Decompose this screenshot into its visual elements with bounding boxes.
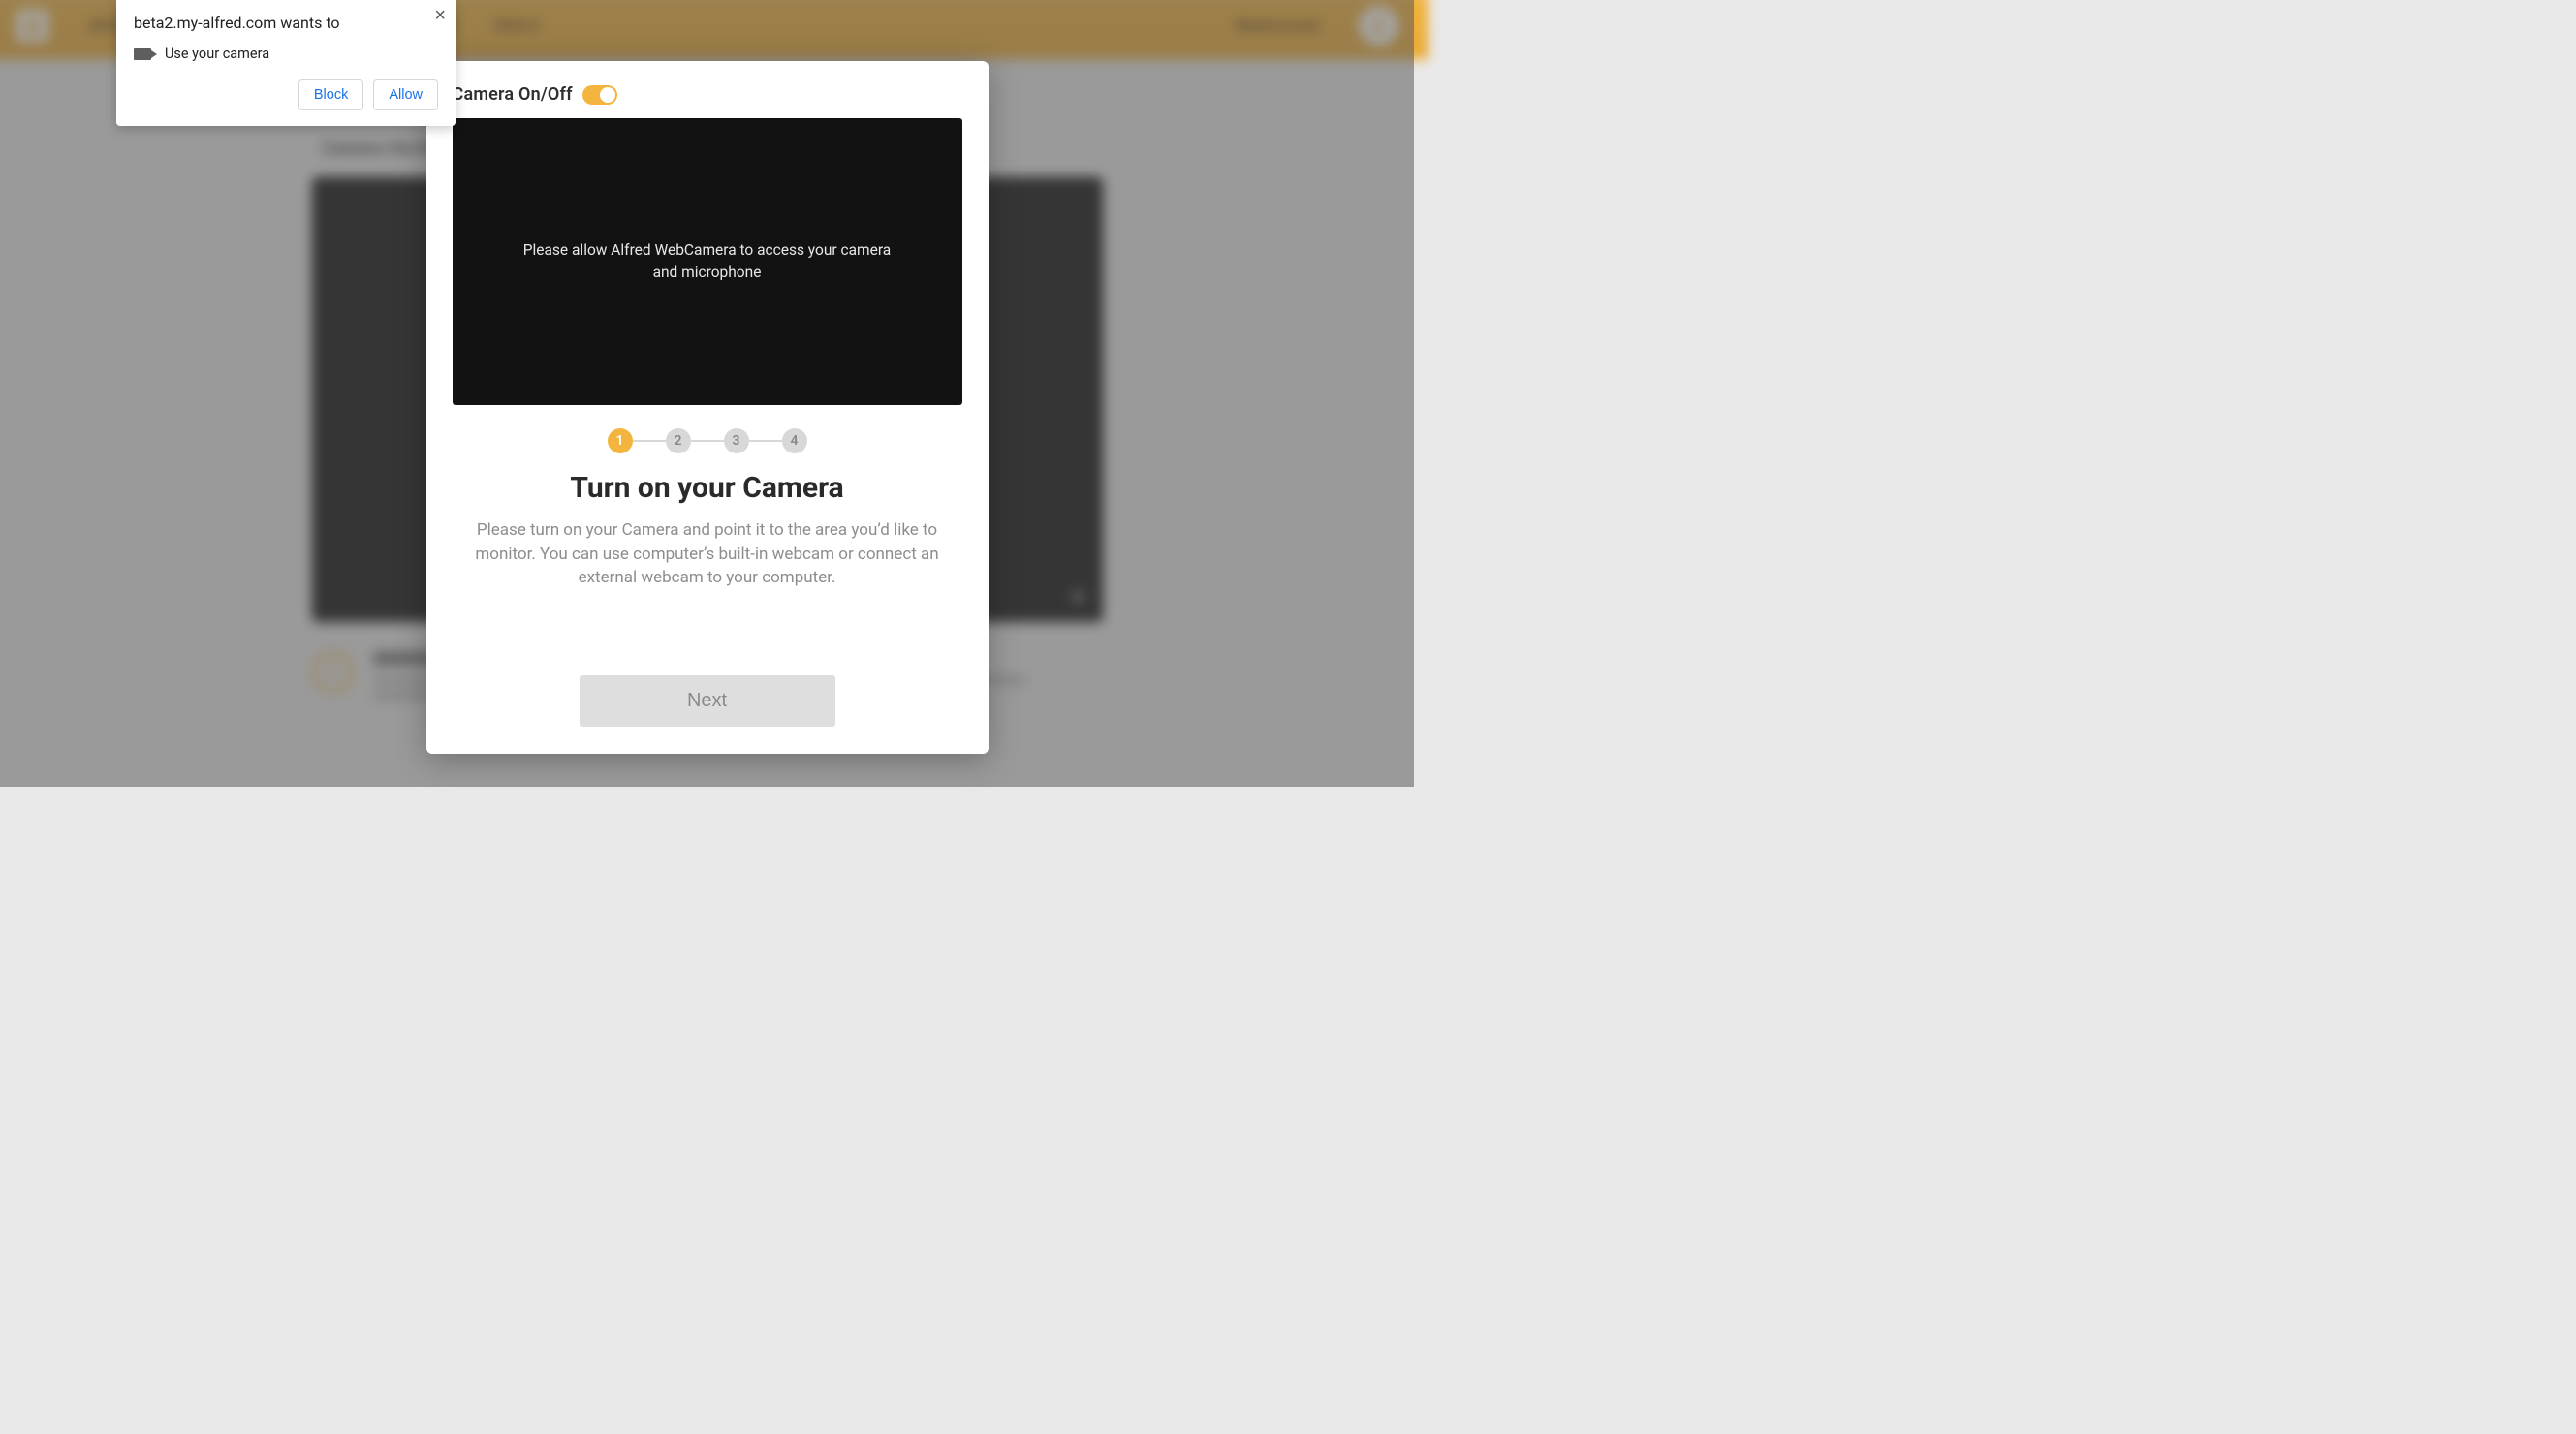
allow-button[interactable]: Allow (373, 79, 438, 110)
camera-toggle-label: Camera On/Off (453, 84, 573, 105)
browser-permission-prompt: × beta2.my-alfred.com wants to Use your … (116, 0, 456, 126)
camera-toggle[interactable] (582, 85, 617, 105)
camera-preview-placeholder: Please allow Alfred WebCamera to access … (453, 118, 962, 405)
onboarding-modal: Camera On/Off Please allow Alfred WebCam… (426, 61, 989, 754)
next-button[interactable]: Next (580, 675, 835, 727)
close-icon[interactable]: × (434, 6, 446, 25)
step-1: 1 (608, 428, 633, 453)
modal-description: Please turn on your Camera and point it … (453, 518, 962, 590)
step-separator (749, 440, 782, 442)
permission-request-text: Use your camera (165, 46, 269, 62)
camera-preview-message: Please allow Alfred WebCamera to access … (511, 239, 904, 285)
step-3: 3 (724, 428, 749, 453)
toggle-knob (600, 87, 615, 103)
permission-origin: beta2.my-alfred.com wants to (134, 14, 438, 32)
step-separator (633, 440, 666, 442)
modal-title: Turn on your Camera (453, 471, 962, 505)
step-indicator: 1 2 3 4 (453, 428, 962, 453)
block-button[interactable]: Block (298, 79, 363, 110)
step-separator (691, 440, 724, 442)
step-2: 2 (666, 428, 691, 453)
step-4: 4 (782, 428, 807, 453)
camera-icon (134, 48, 151, 60)
